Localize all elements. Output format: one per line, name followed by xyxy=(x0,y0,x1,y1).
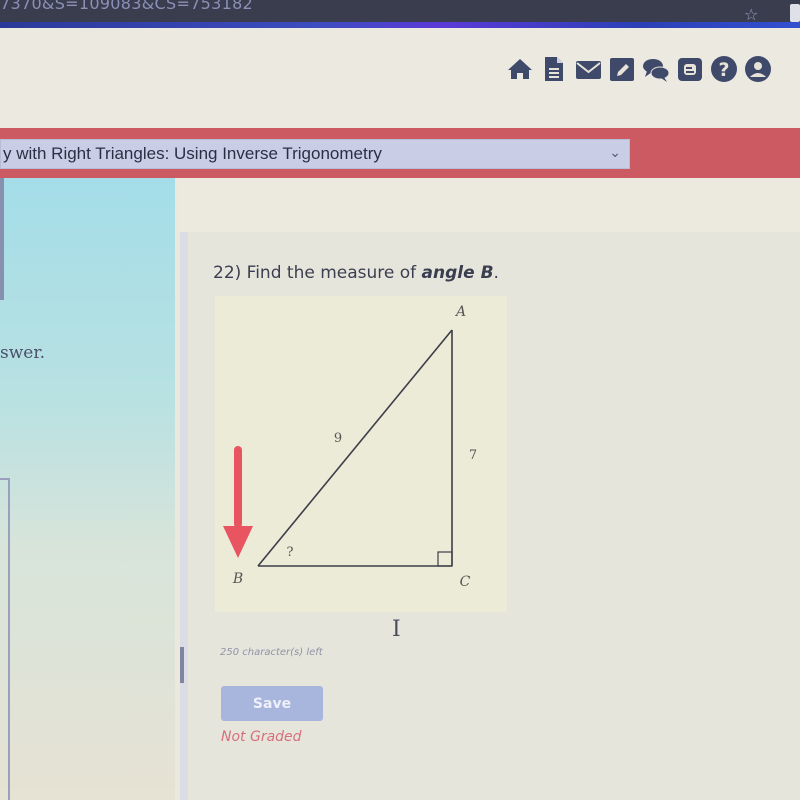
hypotenuse-label: 9 xyxy=(334,431,342,446)
left-panel-tab[interactable] xyxy=(0,178,4,300)
topic-bar: y with Right Triangles: Using Inverse Tr… xyxy=(0,128,800,178)
vertex-a-label: A xyxy=(454,304,466,320)
text-cursor-icon: I xyxy=(392,617,401,642)
chat-icon[interactable] xyxy=(641,54,671,84)
left-panel: swer. xyxy=(0,178,175,800)
user-icon[interactable] xyxy=(743,54,773,84)
question-text: 22) Find the measure of angle B. xyxy=(213,263,499,283)
vertex-c-label: C xyxy=(460,574,471,590)
instruction-text: swer. xyxy=(0,343,45,363)
question-suffix: . xyxy=(493,263,499,283)
url-text[interactable]: 7370&S=109083&CS=753182 xyxy=(0,0,253,13)
home-icon[interactable] xyxy=(505,54,535,84)
scroll-handle[interactable] xyxy=(180,647,184,683)
arrow-head xyxy=(223,526,253,558)
grading-status: Not Graded xyxy=(221,729,302,745)
right-angle-marker xyxy=(437,551,453,567)
panel-border xyxy=(180,232,188,800)
save-button[interactable]: Save xyxy=(221,686,323,721)
mail-icon[interactable] xyxy=(573,54,603,84)
help-icon[interactable]: ? xyxy=(709,54,739,84)
edit-icon[interactable] xyxy=(607,54,637,84)
chars-left-counter: 250 character(s) left xyxy=(220,647,323,658)
triangle-figure: A B C 9 7 ? xyxy=(215,296,507,612)
triangle-svg: A B C 9 7 ? xyxy=(223,304,477,590)
topic-select[interactable]: y with Right Triangles: Using Inverse Tr… xyxy=(0,139,630,169)
left-answer-box[interactable] xyxy=(0,478,10,800)
browser-address-bar[interactable]: 7370&S=109083&CS=753182 ☆ xyxy=(0,0,800,28)
chevron-down-icon[interactable]: ⌄ xyxy=(609,145,621,161)
svg-text:?: ? xyxy=(718,59,729,81)
topic-selected-label: y with Right Triangles: Using Inverse Tr… xyxy=(3,144,382,163)
side-ac-label: 7 xyxy=(469,448,477,463)
question-emphasis: angle B xyxy=(421,263,494,283)
document-icon[interactable] xyxy=(539,54,569,84)
unknown-angle-label: ? xyxy=(287,545,294,560)
nav-icon-bar: ? xyxy=(505,53,773,85)
content-subheader xyxy=(178,178,800,232)
side-ab xyxy=(257,329,453,567)
red-arrow-annotation xyxy=(223,446,253,558)
blog-icon[interactable] xyxy=(675,54,705,84)
extension-icon[interactable] xyxy=(790,4,800,22)
vertex-b-label: B xyxy=(232,571,243,587)
arrow-shaft xyxy=(234,446,242,528)
question-prefix: 22) Find the measure of xyxy=(213,263,422,283)
